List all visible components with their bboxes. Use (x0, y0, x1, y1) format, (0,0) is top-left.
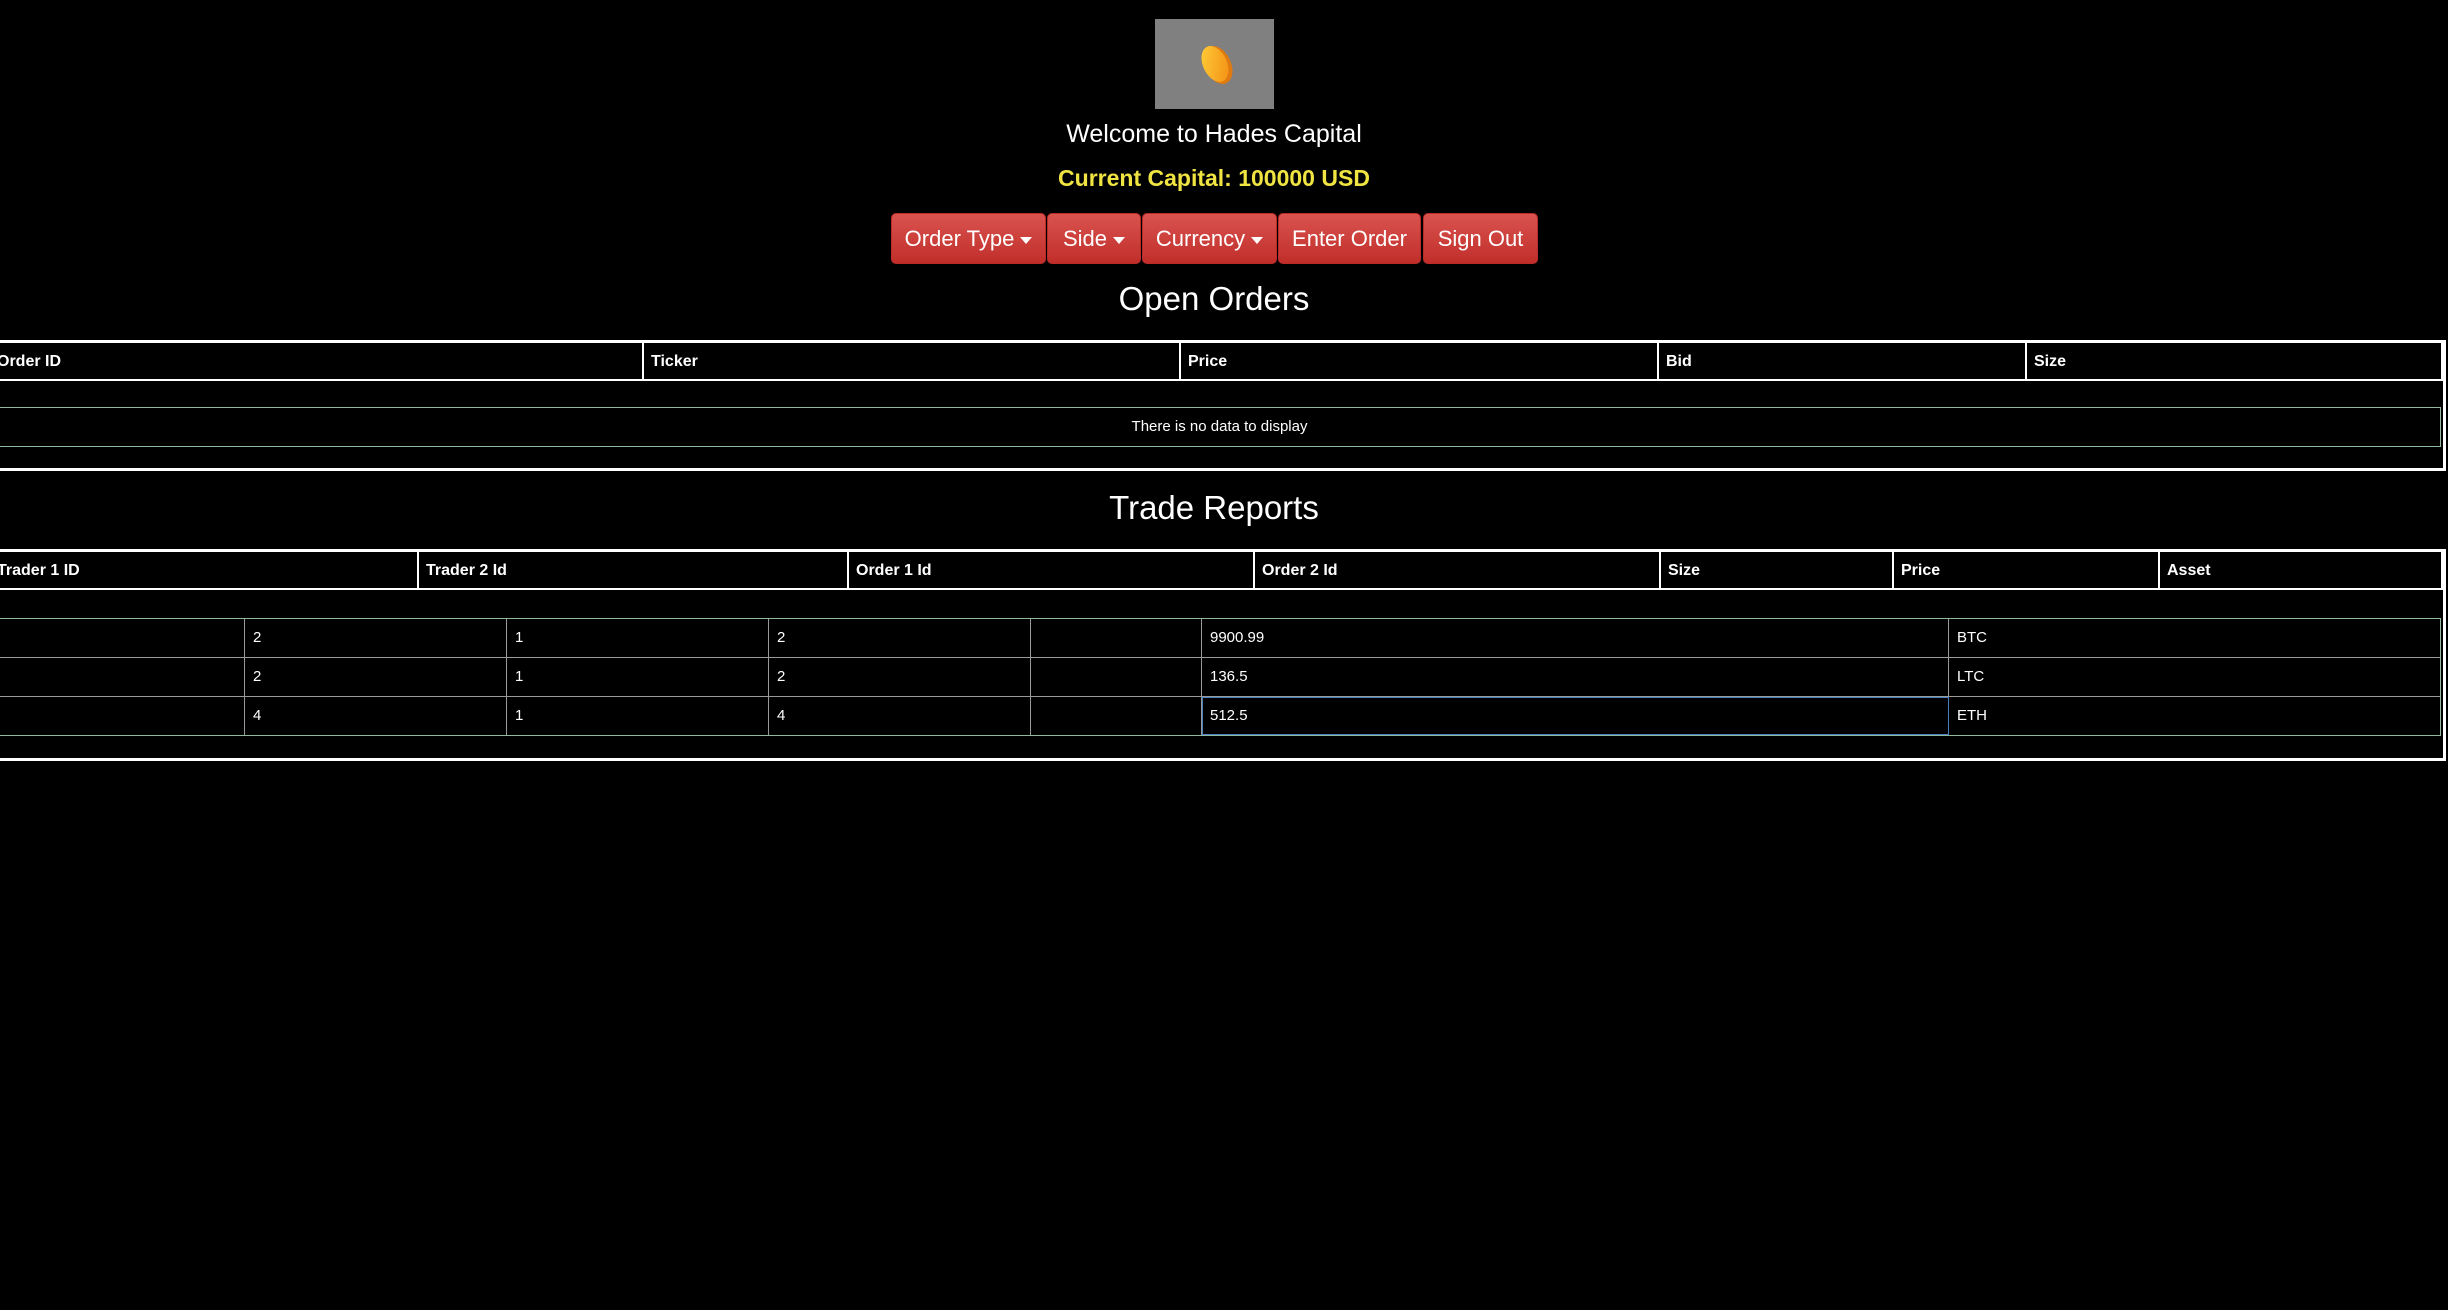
cell-trader-1-id[interactable] (0, 658, 245, 696)
order-type-label: Order Type (904, 225, 1015, 251)
col-asset[interactable]: Asset (2160, 552, 2443, 590)
cell-trader-2-id[interactable]: 2 (245, 658, 507, 696)
enter-order-button[interactable]: Enter Order (1278, 213, 1421, 264)
order-type-dropdown[interactable]: Order Type (891, 213, 1046, 264)
side-label: Side (1062, 225, 1108, 251)
coin-icon (1201, 46, 1233, 84)
col-price[interactable]: Price (1181, 343, 1659, 381)
cell-asset[interactable]: BTC (1949, 619, 2440, 657)
caret-down-icon (1020, 236, 1033, 244)
trade-reports-header: Trader 1 ID Trader 2 Id Order 1 Id Order… (0, 552, 2443, 590)
caret-down-icon (1113, 236, 1126, 244)
currency-label: Currency (1155, 225, 1246, 251)
app-page: Welcome to Hades Capital Current Capital… (0, 0, 2448, 1310)
cell-size[interactable] (1031, 697, 1202, 735)
caret-down-icon (1251, 236, 1264, 244)
cell-price[interactable]: 9900.99 (1202, 619, 1949, 657)
cell-trader-1-id[interactable] (0, 697, 245, 735)
open-orders-table: Order ID Ticker Price Bid Size There is … (0, 340, 2446, 471)
trade-reports-table: Trader 1 ID Trader 2 Id Order 1 Id Order… (0, 549, 2446, 761)
col-order-id[interactable]: Order ID (0, 343, 644, 381)
current-capital: Current Capital: 100000 USD (1058, 165, 1370, 191)
col-bid[interactable]: Bid (1659, 343, 2027, 381)
currency-dropdown[interactable]: Currency (1142, 213, 1277, 264)
col-size[interactable]: Size (1661, 552, 1894, 590)
col-trader-2-id[interactable]: Trader 2 Id (419, 552, 849, 590)
col-trader-1-id[interactable]: Trader 1 ID (0, 552, 419, 590)
cell-trader-1-id[interactable] (0, 619, 245, 657)
table-row[interactable]: 2 1 2 136.5 LTC (0, 658, 2440, 697)
cell-size[interactable] (1031, 658, 1202, 696)
cell-price-selected[interactable]: 512.5 (1202, 697, 1949, 735)
col-price[interactable]: Price (1894, 552, 2160, 590)
col-size[interactable]: Size (2027, 343, 2443, 381)
cell-size[interactable] (1031, 619, 1202, 657)
empty-message: There is no data to display (0, 407, 2441, 447)
table-row[interactable]: 2 1 2 9900.99 BTC (0, 619, 2440, 658)
cell-order-2-id[interactable]: 2 (769, 619, 1031, 657)
col-ticker[interactable]: Ticker (644, 343, 1181, 381)
cell-trader-2-id[interactable]: 2 (245, 619, 507, 657)
sign-out-button[interactable]: Sign Out (1423, 213, 1538, 264)
welcome-heading: Welcome to Hades Capital (1066, 120, 1362, 148)
cell-asset[interactable]: ETH (1949, 697, 2440, 735)
logo (1155, 19, 1274, 109)
trade-reports-title: Trade Reports (1109, 489, 1319, 526)
table-row[interactable]: 4 1 4 512.5 ETH (0, 697, 2440, 736)
col-order-1-id[interactable]: Order 1 Id (849, 552, 1255, 590)
cell-order-2-id[interactable]: 2 (769, 658, 1031, 696)
cell-asset[interactable]: LTC (1949, 658, 2440, 696)
open-orders-title: Open Orders (1118, 280, 1310, 317)
trade-reports-body: 2 1 2 9900.99 BTC 2 1 2 136.5 LTC 4 1 4 (0, 618, 2441, 736)
open-orders-header: Order ID Ticker Price Bid Size (0, 343, 2443, 381)
cell-price[interactable]: 136.5 (1202, 658, 1949, 696)
cell-order-1-id[interactable]: 1 (507, 619, 769, 657)
side-dropdown[interactable]: Side (1047, 213, 1141, 264)
cell-order-1-id[interactable]: 1 (507, 658, 769, 696)
col-order-2-id[interactable]: Order 2 Id (1255, 552, 1661, 590)
cell-order-1-id[interactable]: 1 (507, 697, 769, 735)
cell-order-2-id[interactable]: 4 (769, 697, 1031, 735)
cell-trader-2-id[interactable]: 4 (245, 697, 507, 735)
